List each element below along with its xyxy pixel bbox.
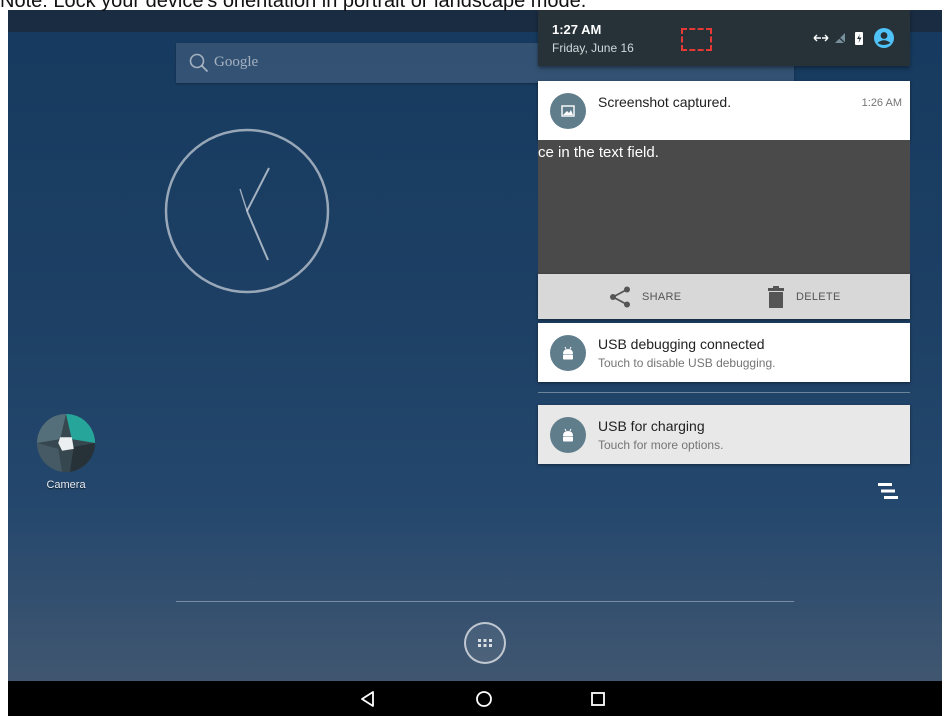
shade-divider xyxy=(538,392,910,393)
search-icon xyxy=(189,53,209,73)
clock-hour-hand xyxy=(246,167,270,212)
usb-charging-notification[interactable]: USB for charging Touch for more options. xyxy=(538,405,910,464)
android-tablet-screen: Google Camera 1:27 AM Friday, June 16 Sc… xyxy=(8,10,942,716)
data-transfer-icon xyxy=(813,34,829,42)
profile-icon xyxy=(874,28,894,48)
preview-text: ce in the text field. xyxy=(538,144,659,161)
all-apps-button[interactable] xyxy=(464,622,506,664)
shade-date: Friday, June 16 xyxy=(552,41,634,55)
delete-label: DELETE xyxy=(796,290,841,303)
notification-time: 1:26 AM xyxy=(861,97,902,109)
android-icon xyxy=(550,417,586,453)
dock-divider xyxy=(176,601,794,602)
app-grid-icon xyxy=(478,639,492,647)
notification-title: USB for charging xyxy=(598,418,705,434)
clear-all-icon[interactable] xyxy=(878,482,900,500)
screenshot-actions: SHARE DELETE xyxy=(538,274,910,319)
screenshot-preview[interactable]: ce in the text field. xyxy=(538,140,910,274)
notification-text: Touch for more options. xyxy=(598,438,724,452)
camera-aperture-icon xyxy=(36,413,96,473)
highlight-box xyxy=(681,28,712,51)
analog-clock-widget[interactable] xyxy=(162,126,332,296)
clock-minute-hand xyxy=(246,210,269,261)
share-button[interactable]: SHARE xyxy=(608,274,681,319)
share-icon xyxy=(610,286,630,307)
notification-title: Screenshot captured. xyxy=(598,94,732,110)
image-icon xyxy=(550,93,586,129)
trash-icon xyxy=(768,285,784,308)
notification-shade-header[interactable]: 1:27 AM Friday, June 16 xyxy=(538,10,910,66)
home-icon[interactable] xyxy=(474,689,494,709)
shade-time: 1:27 AM xyxy=(552,22,602,37)
notification-text: Touch to disable USB debugging. xyxy=(598,356,776,370)
notification-title: USB debugging connected xyxy=(598,336,765,352)
screenshot-notification[interactable]: Screenshot captured. 1:26 AM xyxy=(538,81,910,140)
android-icon xyxy=(550,335,586,371)
share-label: SHARE xyxy=(642,290,682,303)
camera-label: Camera xyxy=(46,479,86,491)
navigation-bar xyxy=(8,681,942,716)
instruction-caption: Note: Lock your device's orientation in … xyxy=(0,0,587,12)
search-placeholder: Google xyxy=(214,54,259,70)
status-icons xyxy=(813,28,894,48)
usb-debugging-notification[interactable]: USB debugging connected Touch to disable… xyxy=(538,323,910,382)
back-icon[interactable] xyxy=(358,689,378,709)
delete-button[interactable]: DELETE xyxy=(766,274,841,319)
recents-icon[interactable] xyxy=(588,689,608,709)
camera-app-shortcut[interactable]: Camera xyxy=(34,412,98,491)
